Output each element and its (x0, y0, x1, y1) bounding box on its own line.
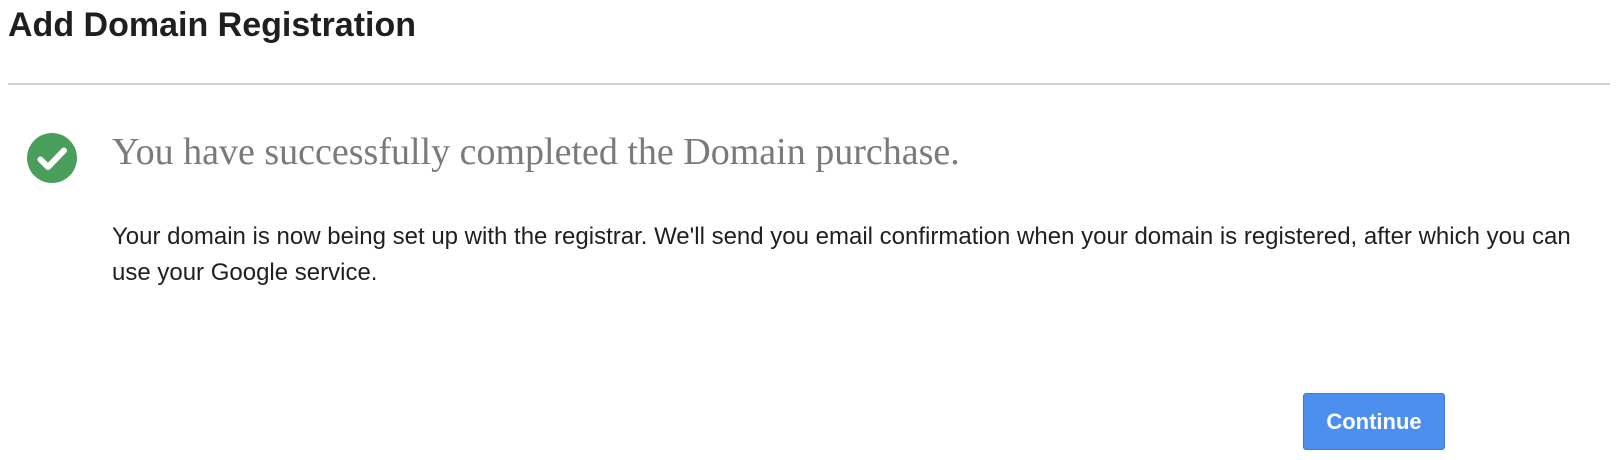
confirmation-message: Your domain is now being set up with the… (112, 223, 1571, 286)
page-title: Add Domain Registration (8, 6, 417, 44)
continue-button[interactable]: Continue (1303, 393, 1445, 450)
success-heading: You have successfully completed the Doma… (112, 131, 960, 173)
header-divider (8, 83, 1610, 85)
checkmark-circle-icon (27, 133, 77, 183)
